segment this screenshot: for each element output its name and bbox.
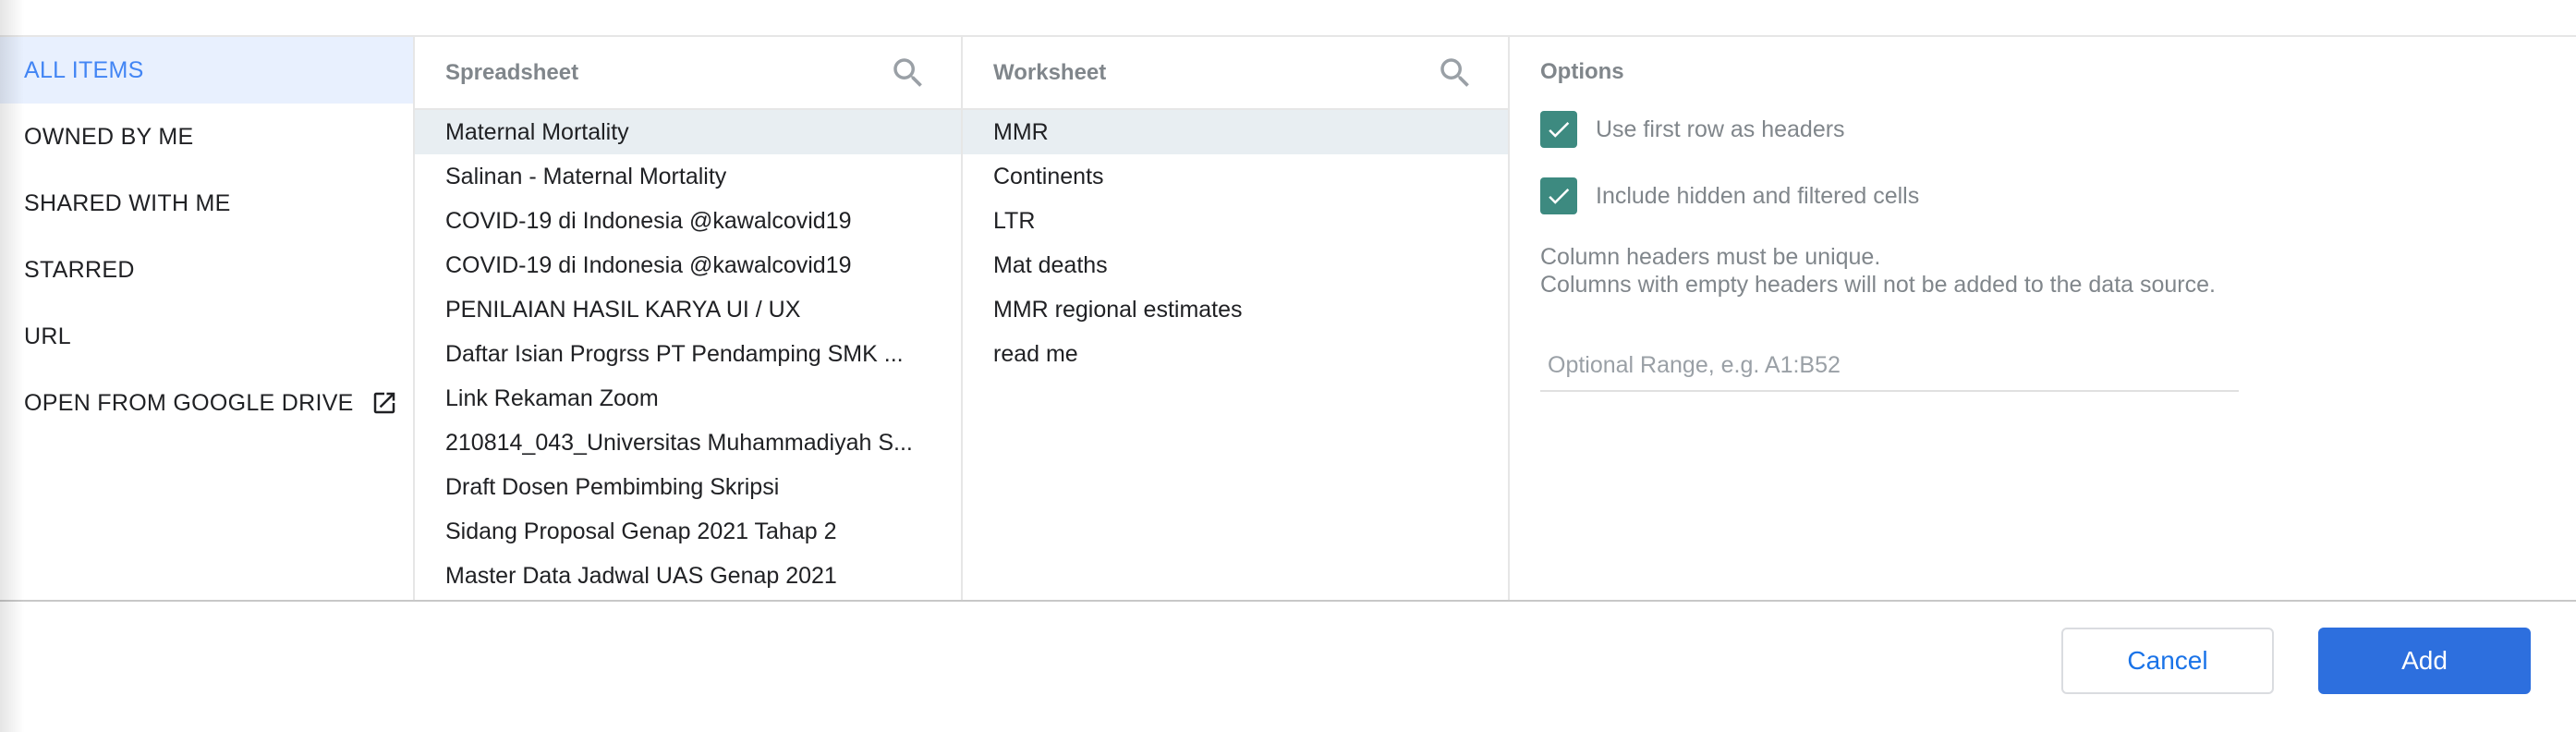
spreadsheet-item[interactable]: COVID-19 di Indonesia @kawalcovid19	[415, 199, 961, 243]
sidebar: ALL ITEMS OWNED BY ME SHARED WITH ME STA…	[0, 37, 415, 601]
sidebar-item-label: ALL ITEMS	[24, 56, 144, 83]
spreadsheet-list: Maternal Mortality Salinan - Maternal Mo…	[415, 110, 961, 598]
dialog-body: ALL ITEMS OWNED BY ME SHARED WITH ME STA…	[0, 37, 2576, 601]
headers-note-line-1: Column headers must be unique.	[1540, 244, 1881, 270]
sidebar-item-label: OWNED BY ME	[24, 123, 194, 150]
worksheet-item[interactable]: MMR	[963, 110, 1508, 154]
spreadsheet-item[interactable]: Master Data Jadwal UAS Genap 2021	[415, 554, 961, 598]
check-icon	[1549, 121, 1570, 138]
search-icon[interactable]	[1436, 54, 1475, 92]
spreadsheet-item[interactable]: Daftar Isian Progrss PT Pendamping SMK .…	[415, 332, 961, 376]
worksheet-item[interactable]: MMR regional estimates	[963, 287, 1508, 332]
sidebar-item-starred[interactable]: STARRED	[0, 237, 413, 303]
sidebar-item-open-from-google-drive[interactable]: OPEN FROM GOOGLE DRIVE	[0, 370, 413, 436]
use-first-row-checkbox-row[interactable]: Use first row as headers	[1540, 111, 1845, 148]
search-icon[interactable]	[889, 54, 928, 92]
spreadsheet-item[interactable]: PENILAIAN HASIL KARYA UI / UX	[415, 287, 961, 332]
data-source-dialog: ALL ITEMS OWNED BY ME SHARED WITH ME STA…	[0, 0, 2576, 732]
spreadsheet-title: Spreadsheet	[445, 59, 579, 85]
add-button[interactable]: Add	[2318, 628, 2531, 694]
spreadsheet-item[interactable]: Draft Dosen Pembimbing Skripsi	[415, 465, 961, 509]
worksheet-title: Worksheet	[993, 59, 1107, 85]
worksheet-item[interactable]: Mat deaths	[963, 243, 1508, 287]
spreadsheet-item[interactable]: COVID-19 di Indonesia @kawalcovid19	[415, 243, 961, 287]
sidebar-item-shared-with-me[interactable]: SHARED WITH ME	[0, 170, 413, 237]
use-first-row-checkbox[interactable]	[1540, 111, 1577, 148]
worksheet-item[interactable]: read me	[963, 332, 1508, 376]
spreadsheet-header: Spreadsheet	[415, 37, 961, 110]
worksheet-list: MMR Continents LTR Mat deaths MMR region…	[963, 110, 1508, 376]
use-first-row-label: Use first row as headers	[1596, 116, 1845, 142]
spreadsheet-column: Spreadsheet Maternal Mortality Salinan -…	[415, 37, 963, 601]
worksheet-header: Worksheet	[963, 37, 1508, 110]
options-panel: Options Use first row as headers Include…	[1510, 37, 2576, 601]
cancel-button[interactable]: Cancel	[2061, 628, 2274, 694]
worksheet-item[interactable]: Continents	[963, 154, 1508, 199]
options-title: Options	[1540, 59, 1624, 84]
headers-note-line-2: Columns with empty headers will not be a…	[1540, 272, 2216, 298]
dialog-footer: Cancel Add	[0, 602, 2576, 732]
open-external-icon	[371, 389, 398, 417]
include-hidden-label: Include hidden and filtered cells	[1596, 182, 1920, 209]
spreadsheet-item[interactable]: Maternal Mortality	[415, 110, 961, 154]
check-icon	[1549, 188, 1570, 204]
sidebar-item-url[interactable]: URL	[0, 303, 413, 370]
spreadsheet-item[interactable]: Link Rekaman Zoom	[415, 376, 961, 421]
spreadsheet-item[interactable]: 210814_043_Universitas Muhammadiyah S...	[415, 421, 961, 465]
optional-range-input[interactable]	[1540, 340, 2239, 392]
sidebar-item-label: OPEN FROM GOOGLE DRIVE	[24, 389, 354, 416]
worksheet-column: Worksheet MMR Continents LTR Mat deaths …	[963, 37, 1510, 601]
sidebar-item-all-items[interactable]: ALL ITEMS	[0, 37, 413, 104]
spreadsheet-item[interactable]: Sidang Proposal Genap 2021 Tahap 2	[415, 509, 961, 554]
sidebar-item-label: SHARED WITH ME	[24, 189, 231, 216]
worksheet-item[interactable]: LTR	[963, 199, 1508, 243]
sidebar-item-label: STARRED	[24, 256, 135, 283]
spreadsheet-item[interactable]: Salinan - Maternal Mortality	[415, 154, 961, 199]
include-hidden-checkbox[interactable]	[1540, 177, 1577, 214]
sidebar-item-label: URL	[24, 323, 71, 349]
include-hidden-checkbox-row[interactable]: Include hidden and filtered cells	[1540, 177, 1919, 214]
sidebar-item-owned-by-me[interactable]: OWNED BY ME	[0, 104, 413, 170]
